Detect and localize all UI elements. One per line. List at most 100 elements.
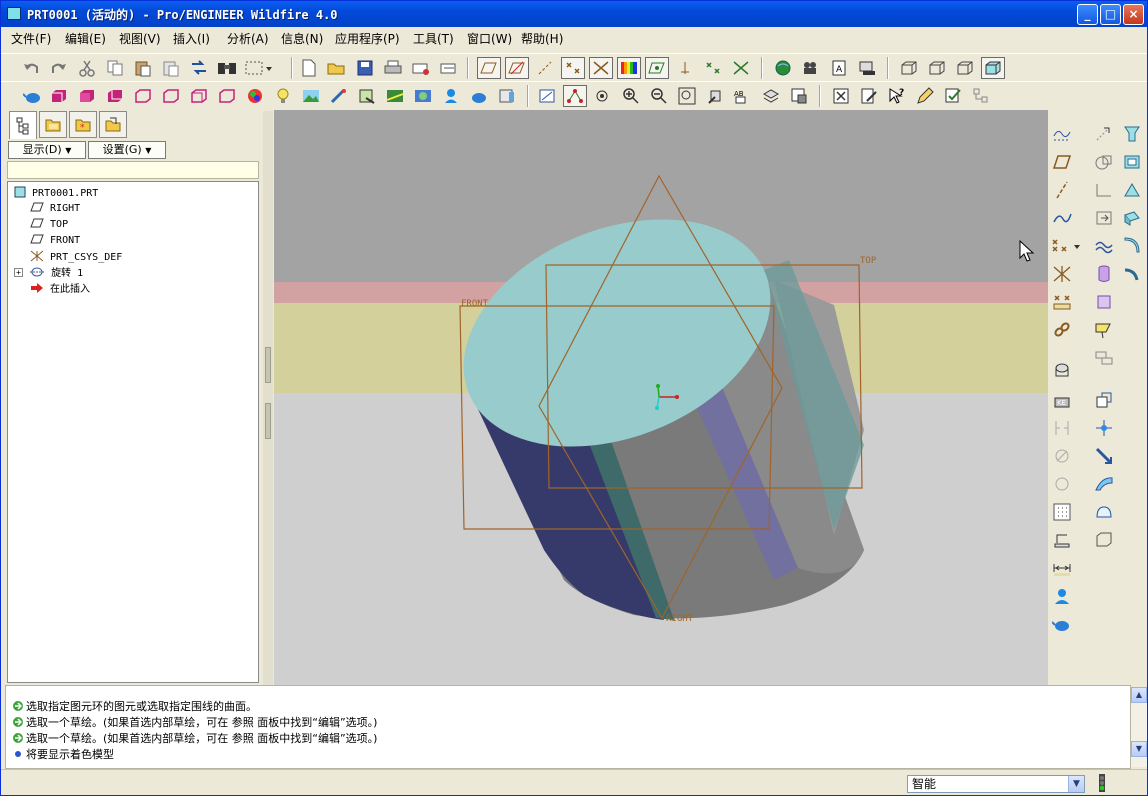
cut-icon[interactable] <box>75 57 99 79</box>
spin-icon[interactable] <box>591 85 615 107</box>
model-tree-layer-icon[interactable] <box>855 57 879 79</box>
send-link-icon[interactable] <box>437 57 461 79</box>
view-default-orientation-icon[interactable] <box>47 85 71 107</box>
extrude-tool-icon[interactable] <box>1050 528 1074 552</box>
send-mail-icon[interactable] <box>409 57 433 79</box>
tab-folder-browser[interactable] <box>39 111 67 138</box>
csys-tool-icon[interactable] <box>1050 262 1074 286</box>
graphics-viewport[interactable]: TOP FRONT RIGHT <box>274 110 1048 685</box>
select-box-icon[interactable] <box>243 57 273 79</box>
boundary-surface-icon[interactable] <box>1120 150 1144 174</box>
auto-round-icon[interactable] <box>1120 262 1144 286</box>
datum-plane-toggle-icon[interactable] <box>477 57 501 79</box>
context-help-icon[interactable]: ? <box>885 85 909 107</box>
tree-item-csys[interactable]: PRT_CSYS_DEF <box>30 250 122 264</box>
blend-tool-icon[interactable] <box>1120 122 1144 146</box>
datum-axis-tool-icon[interactable] <box>1050 178 1074 202</box>
teapot-appearance-icon[interactable] <box>21 85 45 107</box>
light-bulb-icon[interactable] <box>271 85 295 107</box>
model-canvas[interactable]: TOP FRONT RIGHT <box>274 110 1048 685</box>
save-icon[interactable] <box>353 57 377 79</box>
tree-item-front[interactable]: FRONT <box>30 234 80 248</box>
menu-info[interactable]: 信息(N) <box>281 30 323 47</box>
extend-tool-icon[interactable] <box>1092 122 1116 146</box>
draft-tool-icon[interactable] <box>1050 444 1074 468</box>
saved-views-icon[interactable]: AB <box>731 85 755 107</box>
datum-point-toggle-icon[interactable] <box>533 57 557 79</box>
layers-icon[interactable] <box>759 85 783 107</box>
annotation-icon[interactable]: A <box>827 57 851 79</box>
render-setup-icon[interactable] <box>327 85 351 107</box>
person-light-icon[interactable] <box>439 85 463 107</box>
csys-display-icon[interactable] <box>729 57 753 79</box>
scroll-down-button[interactable]: ▼ <box>1131 741 1147 757</box>
shape-surface-icon[interactable] <box>1092 528 1116 552</box>
tree-item-part[interactable]: PRT0001.PRT <box>14 186 98 200</box>
rib-tool-icon[interactable]: KE <box>1050 388 1074 412</box>
datum-curve-tool-icon[interactable] <box>1050 206 1074 230</box>
photo-render-icon[interactable] <box>411 85 435 107</box>
copy-icon[interactable] <box>103 57 127 79</box>
message-scrollbar[interactable]: ▲ ▼ <box>1131 687 1147 767</box>
regenerate-icon[interactable] <box>187 57 211 79</box>
chevron-down-icon[interactable]: ▼ <box>1068 776 1084 792</box>
shading-icon[interactable] <box>981 57 1005 79</box>
maximize-button[interactable]: □ <box>1100 4 1121 25</box>
tab-connections[interactable] <box>99 111 127 138</box>
wireframe-icon[interactable] <box>897 57 921 79</box>
pattern-tool-icon[interactable] <box>1050 500 1074 524</box>
redo-icon[interactable] <box>47 57 71 79</box>
view-front-icon[interactable] <box>75 85 99 107</box>
sketched-curve-icon[interactable] <box>1050 122 1074 146</box>
view-left-icon[interactable] <box>187 85 211 107</box>
web-browser-icon[interactable] <box>771 57 795 79</box>
open-file-icon[interactable] <box>325 57 349 79</box>
select-tool-icon[interactable] <box>563 85 587 107</box>
view-right-icon[interactable] <box>215 85 239 107</box>
paste-special-icon[interactable] <box>159 57 183 79</box>
view-back-icon[interactable] <box>103 85 127 107</box>
render-region-icon[interactable] <box>355 85 379 107</box>
hole-tool-icon[interactable] <box>1050 360 1074 384</box>
close-window-icon[interactable] <box>829 85 853 107</box>
measure-distance-icon[interactable] <box>1050 556 1074 580</box>
tree-item-right[interactable]: RIGHT <box>30 202 80 216</box>
show-dropdown[interactable]: 显示(D) ▼ <box>8 141 86 159</box>
selection-filter-select[interactable]: 智能 ▼ <box>907 775 1085 793</box>
chain-link-icon[interactable] <box>1050 318 1074 342</box>
menu-tools[interactable]: 工具(T) <box>413 30 454 47</box>
find-icon[interactable] <box>215 57 239 79</box>
datum-point-tool-icon[interactable] <box>1050 234 1080 258</box>
menu-edit[interactable]: 编辑(E) <box>65 30 106 47</box>
datum-axis-toggle-icon[interactable] <box>505 57 529 79</box>
menu-analysis[interactable]: 分析(A) <box>227 30 269 47</box>
person-icon[interactable] <box>1050 584 1074 608</box>
menu-file[interactable]: 文件(F) <box>11 30 51 47</box>
wrap-tool-icon[interactable] <box>1092 234 1116 258</box>
panel-splitter[interactable] <box>263 111 273 685</box>
move-copy-icon[interactable] <box>1092 416 1116 440</box>
variable-section-sweep-icon[interactable] <box>1120 206 1144 230</box>
round-tool-icon[interactable] <box>1050 472 1074 496</box>
zoom-in-icon[interactable] <box>619 85 643 107</box>
checklist-icon[interactable] <box>941 85 965 107</box>
tab-model-tree[interactable] <box>9 111 37 139</box>
color-appearance-icon[interactable] <box>617 57 641 79</box>
solidify-tool-icon[interactable] <box>1092 290 1116 314</box>
datum-axis-display-icon[interactable] <box>673 57 697 79</box>
paste-icon[interactable] <box>131 57 155 79</box>
view-bottom-icon[interactable] <box>159 85 183 107</box>
boundary-blend-icon[interactable] <box>1092 178 1116 202</box>
draft-surface-icon[interactable] <box>1120 178 1144 202</box>
print-icon[interactable] <box>381 57 405 79</box>
scene-icon[interactable] <box>299 85 323 107</box>
thicken-tool-icon[interactable] <box>1092 262 1116 286</box>
intersect-tool-icon[interactable] <box>1092 150 1116 174</box>
view-manager-icon[interactable] <box>787 85 811 107</box>
tab-favorites[interactable]: * <box>69 111 97 138</box>
menu-help[interactable]: 帮助(H) <box>521 30 563 47</box>
zoom-out-icon[interactable] <box>647 85 671 107</box>
merge-tool-icon[interactable] <box>1092 346 1116 370</box>
datum-point-display-icon[interactable] <box>701 57 725 79</box>
hidden-line-icon[interactable] <box>925 57 949 79</box>
